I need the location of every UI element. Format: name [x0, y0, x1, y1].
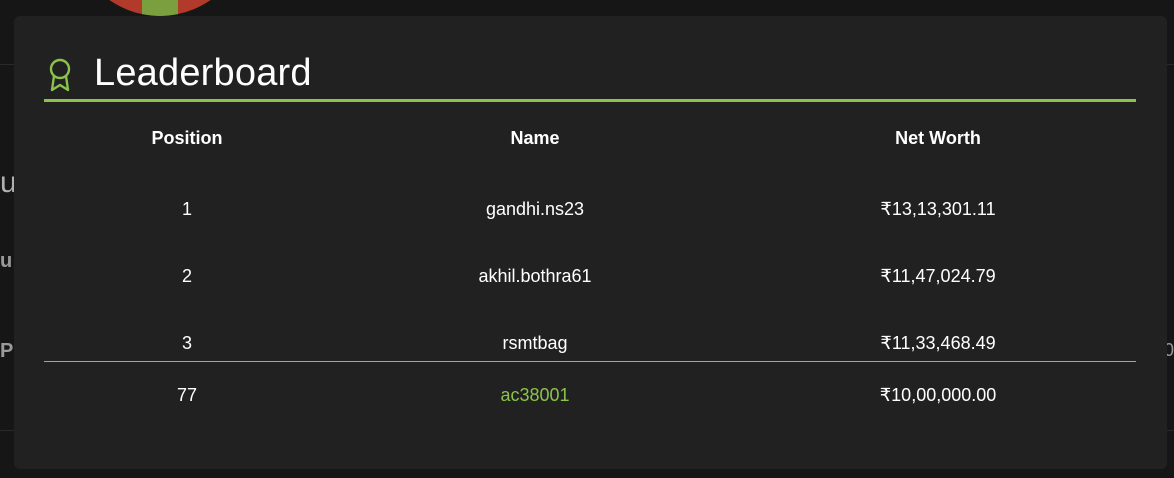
background-text-peek: u: [0, 250, 13, 272]
current-user-name: ac38001: [500, 385, 570, 405]
table-row: 2 akhil.bothra61 ₹11,47,024.79: [44, 227, 1136, 294]
table-row: 3 rsmtbag ₹11,33,468.49: [44, 294, 1136, 361]
name-cell: gandhi.ns23: [485, 199, 585, 219]
table-header-row: Position Name Net Worth: [44, 116, 1136, 160]
name-cell: rsmtbag: [502, 333, 568, 353]
column-header-name: Name: [510, 127, 560, 148]
page-title: Leaderboard: [94, 52, 312, 94]
column-header-net-worth: Net Worth: [895, 127, 981, 148]
net-worth-cell: ₹10,00,000.00: [879, 385, 997, 405]
table-row: 1 gandhi.ns23 ₹13,13,301.11: [44, 160, 1136, 227]
position-cell: 2: [181, 266, 192, 286]
background-text-peek: P: [0, 340, 14, 362]
column-header-position: Position: [151, 127, 223, 148]
award-icon: [49, 58, 71, 92]
net-worth-cell: ₹13,13,301.11: [880, 199, 996, 219]
current-user-row: 77 ac38001 ₹10,00,000.00: [44, 362, 1136, 429]
position-cell: 77: [176, 385, 198, 405]
name-cell: akhil.bothra61: [478, 266, 592, 286]
leaderboard-header: Leaderboard: [44, 52, 1136, 102]
position-cell: 1: [181, 199, 192, 219]
net-worth-cell: ₹11,33,468.49: [880, 333, 996, 353]
background-logo: [72, 0, 248, 16]
leaderboard-table: Position Name Net Worth 1 gandhi.ns23 ₹1…: [44, 116, 1136, 429]
net-worth-cell: ₹11,47,024.79: [880, 266, 996, 286]
leaderboard-modal: Leaderboard Position Name Net Worth 1 ga…: [14, 16, 1167, 469]
position-cell: 3: [181, 333, 192, 353]
